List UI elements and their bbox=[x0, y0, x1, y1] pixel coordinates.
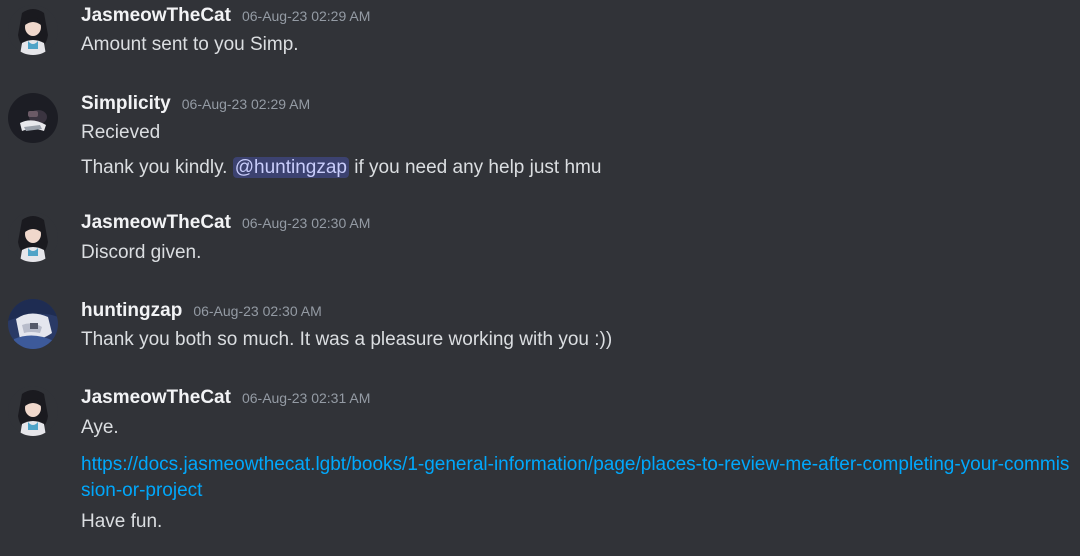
message-text-segment: if you need any help just hmu bbox=[354, 157, 602, 178]
avatar-jasmeowthecat[interactable] bbox=[8, 5, 58, 55]
timestamp: 06-Aug-23 02:31 AM bbox=[241, 390, 371, 406]
username[interactable]: huntingzap bbox=[81, 300, 182, 322]
chat-message-list: JasmeowTheCat 06-Aug-23 02:29 AM Amount … bbox=[0, 0, 1080, 556]
message-text: Recieved bbox=[81, 122, 161, 143]
message-text: Amount sent to you Simp. bbox=[81, 34, 299, 55]
message-link[interactable]: https://docs.jasmeowthecat.lgbt/books/1-… bbox=[81, 452, 1071, 504]
timestamp: 06-Aug-23 02:29 AM bbox=[181, 96, 311, 112]
username[interactable]: Simplicity bbox=[81, 93, 171, 115]
message-text-segment: Thank you kindly. bbox=[81, 157, 228, 178]
avatar-simplicity[interactable] bbox=[8, 93, 58, 143]
message-text: Have fun. bbox=[81, 511, 163, 532]
username[interactable]: JasmeowTheCat bbox=[81, 5, 231, 27]
timestamp: 06-Aug-23 02:30 AM bbox=[193, 303, 322, 319]
username[interactable]: JasmeowTheCat bbox=[81, 387, 231, 409]
user-mention[interactable]: @huntingzap bbox=[232, 157, 349, 178]
avatar-jasmeowthecat[interactable] bbox=[8, 386, 58, 436]
avatar-huntingzap[interactable] bbox=[8, 299, 58, 349]
username[interactable]: JasmeowTheCat bbox=[81, 212, 231, 234]
message-text: Aye. bbox=[81, 417, 119, 438]
avatar-jasmeowthecat[interactable] bbox=[8, 212, 58, 262]
message-text: Thank you both so much. It was a pleasur… bbox=[81, 329, 613, 350]
timestamp: 06-Aug-23 02:30 AM bbox=[241, 215, 371, 231]
timestamp: 06-Aug-23 02:29 AM bbox=[241, 8, 371, 24]
message-text: Thank you kindly. @huntingzap if you nee… bbox=[81, 157, 601, 179]
message-text: Discord given. bbox=[81, 242, 202, 263]
